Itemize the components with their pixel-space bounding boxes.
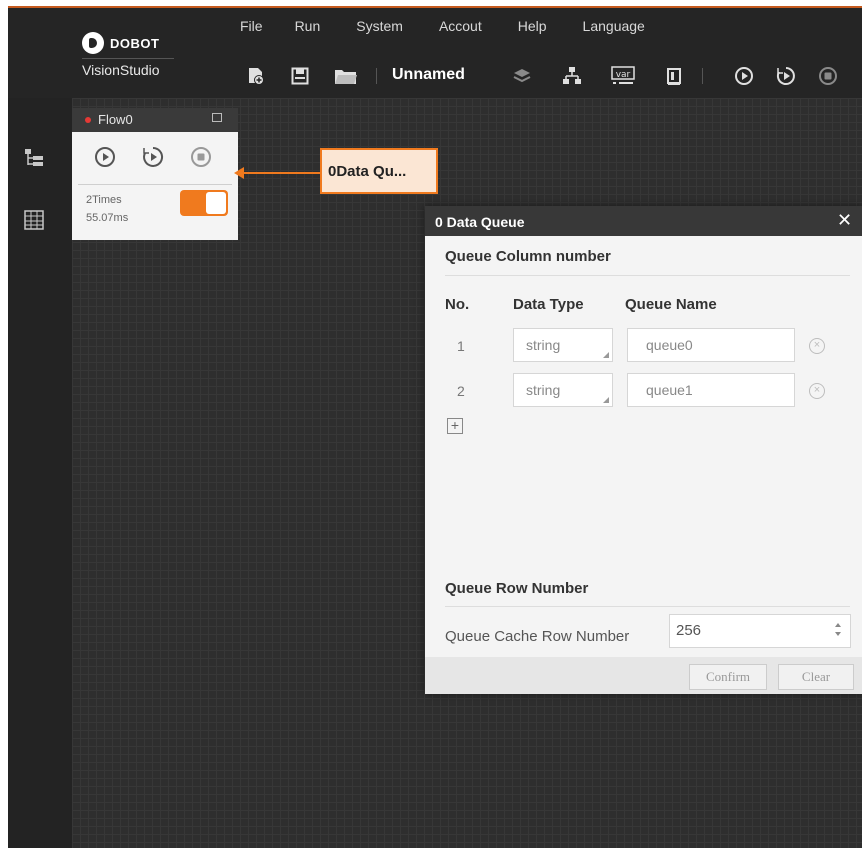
data-queue-node[interactable]: 0Data Qu... — [320, 148, 438, 194]
flow-title: Flow0 — [98, 112, 133, 127]
toolbar-separator — [376, 68, 377, 84]
menu-help[interactable]: Help — [518, 18, 547, 34]
logo-divider — [82, 58, 174, 59]
cache-row-value: 256 — [676, 622, 702, 639]
app-window: DOBOT VisionStudio File Run System Accou… — [8, 6, 862, 848]
toggle-knob — [206, 192, 226, 214]
add-solution-icon[interactable] — [244, 64, 268, 88]
row-number: 2 — [457, 383, 465, 399]
column-header-data-type: Data Type — [513, 296, 584, 313]
left-rail — [8, 98, 72, 848]
section-divider — [445, 275, 850, 276]
add-row-icon[interactable]: + — [447, 418, 463, 434]
data-type-select[interactable]: string — [513, 373, 613, 407]
cache-row-number-input[interactable]: 256 — [669, 614, 851, 648]
queue-name-value: queue1 — [646, 382, 693, 398]
flow-status-dot — [85, 117, 91, 123]
queue-name-input[interactable]: queue1 — [627, 373, 795, 407]
row-number: 1 — [457, 338, 465, 354]
run-once-icon[interactable] — [732, 64, 756, 88]
svg-text:var: var — [616, 70, 631, 80]
queue-column-section-title: Queue Column number — [445, 248, 611, 265]
menu-run[interactable]: Run — [295, 18, 321, 34]
column-header-queue-name: Queue Name — [625, 296, 717, 313]
queue-row-section-title: Queue Row Number — [445, 580, 589, 597]
close-icon[interactable]: ✕ — [837, 210, 852, 231]
menu-system[interactable]: System — [356, 18, 403, 34]
data-queue-dialog: 0 Data Queue ✕ Queue Column number No. D… — [425, 206, 862, 694]
open-folder-icon[interactable] — [332, 64, 360, 88]
flow-connector-arrow — [234, 167, 322, 179]
variable-icon[interactable]: var — [610, 64, 636, 88]
flow-control-panel: 2Times 55.07ms — [72, 132, 238, 240]
device-icon[interactable] — [662, 64, 686, 88]
flow-run-continuous-icon[interactable] — [142, 146, 164, 168]
restore-window-icon[interactable] — [212, 113, 222, 122]
process-tree-icon[interactable] — [24, 148, 44, 168]
flow-stop-icon[interactable] — [190, 146, 212, 168]
top-bar: DOBOT VisionStudio File Run System Accou… — [8, 6, 862, 100]
flow-run-duration: 55.07ms — [86, 212, 129, 224]
dialog-title: 0 Data Queue — [435, 214, 525, 230]
dropdown-grip-icon — [603, 352, 609, 358]
flow-enable-toggle[interactable] — [180, 190, 228, 216]
data-type-select[interactable]: string — [513, 328, 613, 362]
menu-account[interactable]: Accout — [439, 18, 482, 34]
toolbar: Unnamed var — [240, 64, 850, 88]
queue-name-input[interactable]: queue0 — [627, 328, 795, 362]
spinner-arrows-icon[interactable] — [834, 623, 842, 639]
node-label: 0Data Qu... — [328, 163, 407, 180]
column-header-no: No. — [445, 296, 470, 313]
dialog-titlebar[interactable]: 0 Data Queue ✕ — [425, 206, 862, 236]
module-grid-icon[interactable] — [24, 210, 44, 230]
data-type-value: string — [526, 382, 561, 398]
flow-run-once-icon[interactable] — [94, 146, 116, 168]
hierarchy-icon[interactable] — [560, 64, 584, 88]
flow-run-times: 2Times — [86, 194, 122, 206]
dobot-logo-icon — [82, 32, 104, 54]
layers-icon[interactable] — [510, 64, 534, 88]
confirm-button[interactable]: Confirm — [689, 664, 767, 690]
save-icon[interactable] — [288, 64, 312, 88]
menu-file[interactable]: File — [240, 18, 263, 34]
solution-name[interactable]: Unnamed — [392, 66, 465, 84]
run-continuous-icon[interactable] — [774, 64, 798, 88]
remove-row-icon[interactable]: × — [809, 338, 825, 354]
data-type-value: string — [526, 337, 561, 353]
queue-name-value: queue0 — [646, 337, 693, 353]
flow-header[interactable]: Flow0 — [72, 108, 238, 132]
section-divider — [445, 606, 850, 607]
dropdown-grip-icon — [603, 397, 609, 403]
stop-icon[interactable] — [816, 64, 840, 88]
product-name: VisionStudio — [82, 62, 160, 78]
clear-button[interactable]: Clear — [778, 664, 854, 690]
brand-name: DOBOT — [110, 36, 160, 51]
toolbar-separator — [702, 68, 703, 84]
remove-row-icon[interactable]: × — [809, 383, 825, 399]
dialog-footer: Confirm Clear — [425, 657, 862, 694]
menu-language[interactable]: Language — [583, 18, 645, 34]
flow-panel-divider — [78, 184, 232, 185]
menu-bar: File Run System Accout Help Language — [240, 18, 645, 34]
cache-row-label: Queue Cache Row Number — [445, 628, 630, 645]
